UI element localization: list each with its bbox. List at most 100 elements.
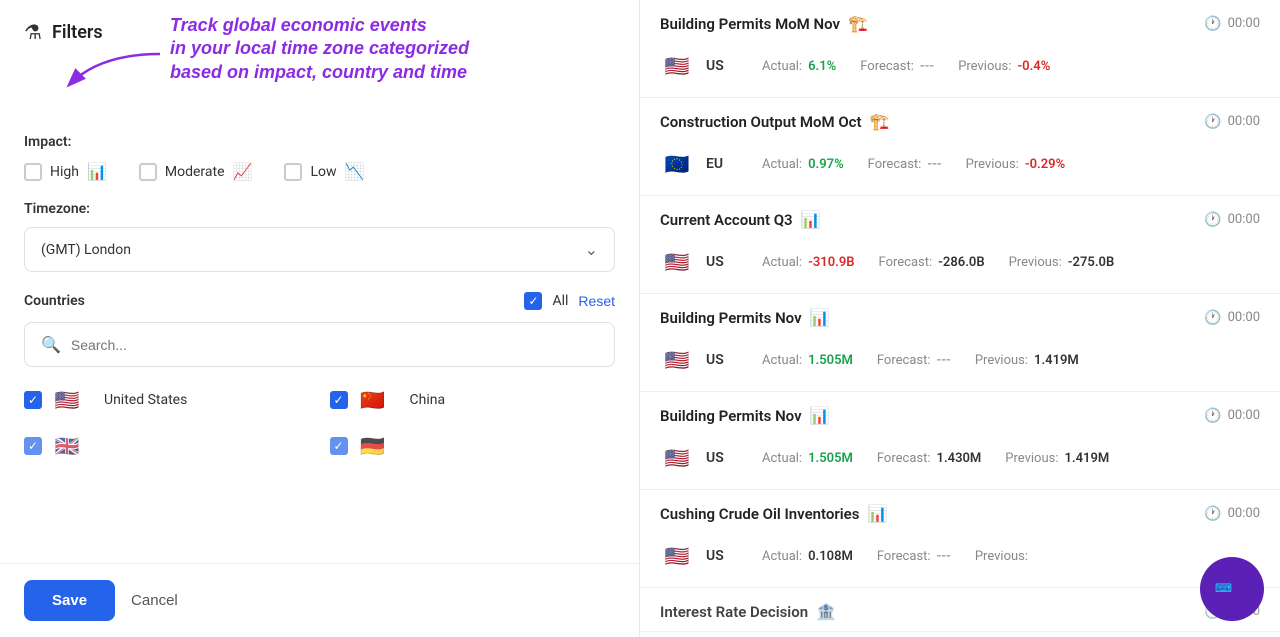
time-value-3: 00:00 [1228,212,1260,227]
event-data-row-5: 🇺🇸 US Actual: 1.505M Forecast: 1.430M Pr… [640,435,1280,489]
event-data-row-2: 🇪🇺 EU Actual: 0.97% Forecast: --- Previo… [640,141,1280,195]
actual-value-4: 1.505M [808,353,853,368]
chevron-down-icon: ⌄ [585,240,598,259]
timezone-label: Timezone: [24,201,615,217]
forecast-field-3: Forecast: -286.0B [879,255,985,270]
event-group-3: Current Account Q3 📊 🕐 00:00 🇺🇸 US Actua… [640,196,1280,294]
logo-watermark: ⌨ [1200,557,1264,621]
event-title-row-5: Building Permits Nov 📊 [660,406,830,425]
forecast-label-5: Forecast: [877,451,931,466]
forecast-label-6: Forecast: [877,549,931,564]
clock-icon-5: 🕐 [1204,408,1221,424]
event-header-3: Current Account Q3 📊 🕐 00:00 [640,196,1280,239]
impact-option-low[interactable]: Low 📉 [284,162,364,181]
country-item-partial-2[interactable]: 🇩🇪 [330,429,616,463]
event-title-4: Building Permits Nov [660,309,802,327]
event-group-6: Cushing Crude Oil Inventories 📊 🕐 00:00 … [640,490,1280,588]
previous-field-3: Previous: -275.0B [1009,255,1115,270]
forecast-value-6: --- [937,549,951,564]
forecast-label-2: Forecast: [868,157,922,172]
forecast-field-5: Forecast: 1.430M [877,451,981,466]
previous-field-4: Previous: 1.419M [975,353,1079,368]
previous-field-1: Previous: -0.4% [958,59,1050,74]
previous-label-4: Previous: [975,353,1028,368]
country-code-3: US [706,254,742,270]
event-header-2: Construction Output MoM Oct 🏗️ 🕐 00:00 [640,98,1280,141]
moderate-checkbox[interactable] [139,163,157,181]
actual-label-1: Actual: [762,59,802,74]
previous-label-5: Previous: [1005,451,1058,466]
reset-button[interactable]: Reset [578,293,615,309]
actual-label-6: Actual: [762,549,802,564]
partial2-checkbox[interactable] [330,437,348,455]
event-time-6: 🕐 00:00 [1204,506,1260,522]
cn-checkbox[interactable] [330,391,348,409]
actual-field-5: Actual: 1.505M [762,451,853,466]
partial1-flag: 🇬🇧 [50,429,84,463]
time-value-4: 00:00 [1228,310,1260,325]
search-input[interactable] [71,337,598,353]
event-header-6: Cushing Crude Oil Inventories 📊 🕐 00:00 [640,490,1280,533]
partial2-flag: 🇩🇪 [356,429,390,463]
event-title-5: Building Permits Nov [660,407,802,425]
all-checkbox[interactable] [524,292,542,310]
event-data-row-3: 🇺🇸 US Actual: -310.9B Forecast: -286.0B … [640,239,1280,293]
low-checkbox[interactable] [284,163,302,181]
event-flag-2: 🏗️ [870,112,890,131]
cn-name: China [410,392,446,408]
impact-label: Impact: [24,134,615,150]
flag-circle-2: 🇪🇺 [660,147,694,181]
forecast-label-1: Forecast: [860,59,914,74]
event-title-row-4: Building Permits Nov 📊 [660,308,830,327]
cancel-button[interactable]: Cancel [131,592,178,609]
event-group-7: Interest Rate Decision 🏦 🕐 00:00 [640,588,1280,632]
forecast-value-3: -286.0B [938,255,984,270]
forecast-label-3: Forecast: [879,255,933,270]
search-box: 🔍 [24,322,615,367]
actual-value-1: 6.1% [808,59,836,74]
filters-header: ⚗ Filters [24,20,615,44]
previous-label-2: Previous: [966,157,1019,172]
actual-label-4: Actual: [762,353,802,368]
timezone-select[interactable]: (GMT) London ⌄ [24,227,615,272]
country-item-partial-1[interactable]: 🇬🇧 [24,429,310,463]
time-value-5: 00:00 [1228,408,1260,423]
country-code-4: US [706,352,742,368]
cn-flag: 🇨🇳 [356,383,390,417]
clock-icon-2: 🕐 [1204,114,1221,130]
actual-value-2: 0.97% [808,157,844,172]
country-code-2: EU [706,156,742,172]
timezone-value: (GMT) London [41,242,131,258]
high-checkbox[interactable] [24,163,42,181]
country-item-us[interactable]: 🇺🇸 United States [24,383,310,417]
event-data-row-1: 🇺🇸 US Actual: 6.1% Forecast: --- Previou… [640,43,1280,97]
previous-value-3: -275.0B [1068,255,1114,270]
event-title-2: Construction Output MoM Oct [660,113,862,131]
actual-label-3: Actual: [762,255,802,270]
event-title-6: Cushing Crude Oil Inventories [660,505,859,523]
event-time-2: 🕐 00:00 [1204,114,1260,130]
us-checkbox[interactable] [24,391,42,409]
partial1-checkbox[interactable] [24,437,42,455]
filters-title: Filters [52,22,103,43]
event-header-7: Interest Rate Decision 🏦 🕐 00:00 [640,588,1280,631]
moderate-label: Moderate [165,164,225,180]
impact-option-moderate[interactable]: Moderate 📈 [139,162,253,181]
impact-option-high[interactable]: High 📊 [24,162,107,181]
event-flag-7: 🏦 [816,602,836,621]
save-button[interactable]: Save [24,580,115,621]
right-panel: Building Permits MoM Nov 🏗️ 🕐 00:00 🇺🇸 U… [640,0,1280,637]
search-icon: 🔍 [41,335,61,354]
country-code-1: US [706,58,742,74]
actual-value-6: 0.108M [808,549,853,564]
countries-controls: All Reset [524,292,615,310]
flag-circle-5: 🇺🇸 [660,441,694,475]
event-title-row-1: Building Permits MoM Nov 🏗️ [660,14,868,33]
previous-label-1: Previous: [958,59,1011,74]
actual-field-6: Actual: 0.108M [762,549,853,564]
forecast-field-4: Forecast: --- [877,353,951,368]
event-header-4: Building Permits Nov 📊 🕐 00:00 [640,294,1280,337]
previous-value-5: 1.419M [1065,451,1110,466]
flag-circle-4: 🇺🇸 [660,343,694,377]
country-item-cn[interactable]: 🇨🇳 China [330,383,616,417]
